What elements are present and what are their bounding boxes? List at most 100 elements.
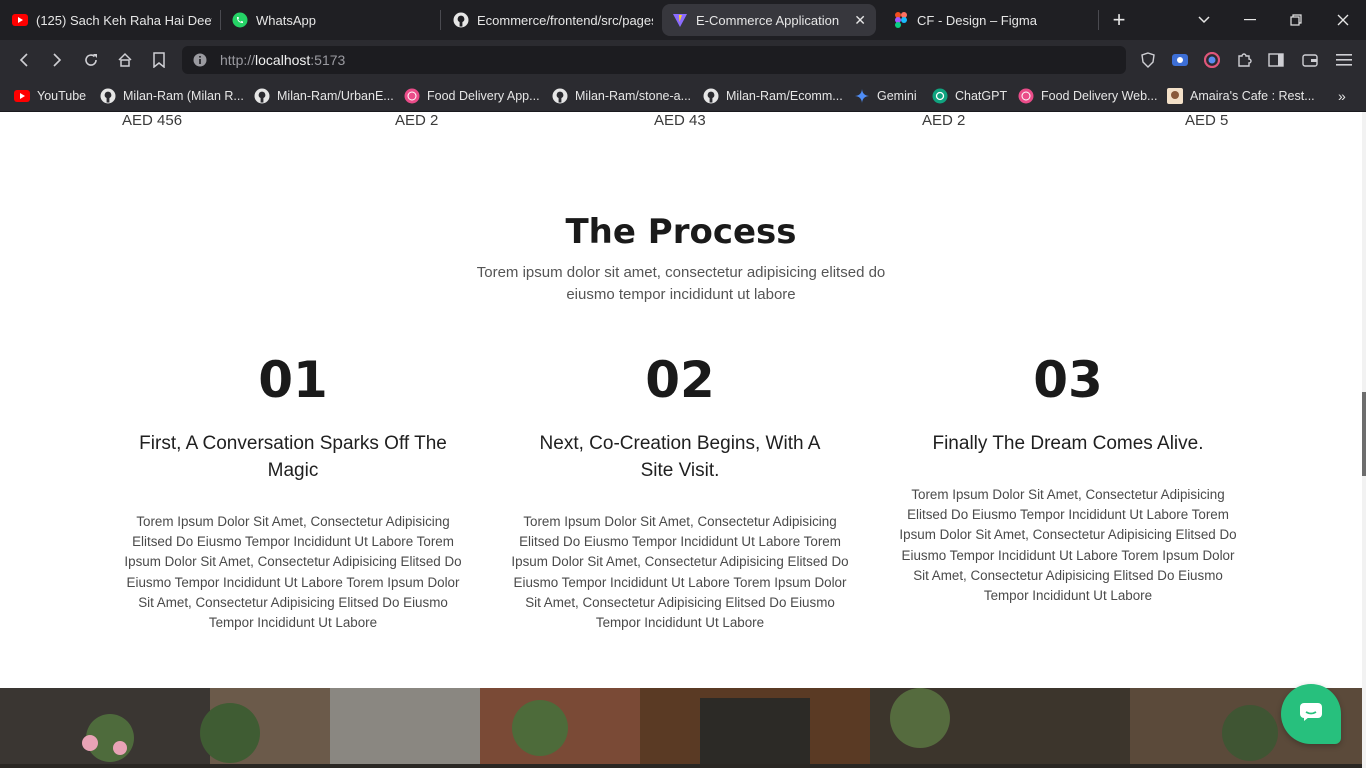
process-section-subtitle: Torem ipsum dolor sit amet, consectetur … xyxy=(476,264,886,303)
bookmark-label: ChatGPT xyxy=(955,89,1008,103)
bookmark-amairas-cafe[interactable]: Amaira's Cafe : Rest... xyxy=(1167,87,1315,105)
github-icon xyxy=(552,88,568,104)
address-bar[interactable]: http://localhost:5173 xyxy=(182,46,1126,74)
minimize-icon[interactable] xyxy=(1238,8,1262,32)
product-price: AED 2 xyxy=(395,112,439,129)
url-port: :5173 xyxy=(310,52,346,68)
color-picker-extension-icon[interactable] xyxy=(1200,48,1224,72)
bookmark-label: Gemini xyxy=(877,89,917,103)
extensions-puzzle-icon[interactable] xyxy=(1232,48,1256,72)
info-icon[interactable] xyxy=(192,52,208,68)
figma-icon xyxy=(893,12,909,28)
bookmark-label: Milan-Ram (Milan R... xyxy=(123,89,244,103)
bookmark-label: Food Delivery App... xyxy=(427,89,540,103)
step-number: 02 xyxy=(645,351,715,409)
url-text: http://localhost:5173 xyxy=(220,52,345,68)
bookmark-gemini[interactable]: Gemini xyxy=(854,87,917,105)
bookmark-label: YouTube xyxy=(37,89,87,103)
browser-tab-strip: (125) Sach Keh Raha Hai Deewan WhatsApp … xyxy=(0,0,1366,40)
bookmark-food-delivery-web[interactable]: Food Delivery Web... xyxy=(1018,87,1157,105)
chat-support-button[interactable] xyxy=(1281,684,1341,744)
tab-youtube[interactable]: (125) Sach Keh Raha Hai Deewan xyxy=(12,4,212,36)
whatsapp-icon xyxy=(232,12,248,28)
reload-icon[interactable] xyxy=(79,48,103,72)
youtube-icon xyxy=(14,88,30,104)
tab-separator xyxy=(220,10,221,30)
bookmark-label: Food Delivery Web... xyxy=(1041,89,1158,103)
step-description: Torem Ipsum Dolor Sit Amet, Consectetur … xyxy=(124,514,462,631)
sidebar-toggle-icon[interactable] xyxy=(1264,48,1288,72)
scrollbar-thumb[interactable] xyxy=(1362,392,1366,476)
step-number: 01 xyxy=(258,351,328,409)
vite-icon xyxy=(672,12,688,28)
dribbble-icon xyxy=(404,88,420,104)
forward-icon[interactable] xyxy=(45,48,69,72)
menu-icon[interactable] xyxy=(1332,48,1356,72)
tab-title: CF - Design – Figma xyxy=(917,12,1037,28)
tab-ecommerce-app[interactable]: E-Commerce Application ✕ xyxy=(662,4,876,36)
page-content: AED 456 AED 2 AED 43 AED 2 AED 5 The Pro… xyxy=(0,112,1362,768)
more-bookmarks-icon[interactable]: » xyxy=(1338,87,1346,105)
bookmark-youtube[interactable]: YouTube xyxy=(14,87,86,105)
tab-list-chevron-icon[interactable] xyxy=(1192,8,1216,32)
dribbble-icon xyxy=(1018,88,1034,104)
chat-icon xyxy=(1299,702,1323,727)
step-description: Torem Ipsum Dolor Sit Amet, Consectetur … xyxy=(511,514,849,631)
tab-title: E-Commerce Application xyxy=(696,12,840,28)
tab-github[interactable]: Ecommerce/frontend/src/pages/ xyxy=(453,4,653,36)
tab-title: (125) Sach Keh Raha Hai Deewan xyxy=(36,12,212,28)
product-price: AED 456 xyxy=(122,112,183,129)
chatgpt-icon xyxy=(932,88,948,104)
close-window-icon[interactable] xyxy=(1331,8,1355,32)
page-scrollbar[interactable] xyxy=(1362,112,1366,768)
step-description: Torem Ipsum Dolor Sit Amet, Consectetur … xyxy=(899,487,1237,604)
gemini-icon xyxy=(854,88,870,104)
product-price: AED 5 xyxy=(1185,112,1229,129)
home-icon[interactable] xyxy=(113,48,137,72)
close-icon[interactable]: ✕ xyxy=(854,12,866,29)
bookmarks-bar: YouTube Milan-Ram (Milan R... Milan-Ram/… xyxy=(0,80,1366,112)
tab-separator xyxy=(440,10,441,30)
cafe-icon xyxy=(1167,88,1183,104)
bookmark-label: Milan-Ram/Ecomm... xyxy=(726,89,843,103)
restore-icon[interactable] xyxy=(1284,8,1308,32)
bookmark-github-stone[interactable]: Milan-Ram/stone-a... xyxy=(552,87,691,105)
bookmark-github-profile[interactable]: Milan-Ram (Milan R... xyxy=(100,87,244,105)
bookmark-label: Amaira's Cafe : Rest... xyxy=(1190,89,1315,103)
bookmark-icon[interactable] xyxy=(147,48,171,72)
screenshot-extension-icon[interactable] xyxy=(1168,48,1192,72)
tab-whatsapp[interactable]: WhatsApp xyxy=(232,4,432,36)
new-tab-icon[interactable]: + xyxy=(1107,7,1131,32)
url-protocol: http:// xyxy=(220,52,256,68)
github-icon xyxy=(254,88,270,104)
github-icon xyxy=(703,88,719,104)
url-host: localhost xyxy=(255,52,311,68)
bookmark-label: Milan-Ram/stone-a... xyxy=(575,89,692,103)
step-title: First, A Conversation Sparks Off The Mag… xyxy=(139,433,447,481)
product-price: AED 43 xyxy=(654,112,706,129)
interior-hero-image xyxy=(0,688,1362,768)
product-price: AED 2 xyxy=(922,112,966,129)
tab-title: Ecommerce/frontend/src/pages/ xyxy=(477,12,653,28)
github-icon xyxy=(100,88,116,104)
step-title: Next, Co-Creation Begins, With A Site Vi… xyxy=(539,433,821,481)
tab-title: WhatsApp xyxy=(256,12,316,28)
process-step: 03 Finally The Dream Comes Alive. Torem … xyxy=(896,350,1240,606)
step-title: Finally The Dream Comes Alive. xyxy=(932,433,1204,454)
privacy-shield-icon[interactable] xyxy=(1136,48,1160,72)
step-number: 03 xyxy=(1033,351,1103,409)
process-section-title: The Process xyxy=(565,212,797,252)
bookmark-label: Milan-Ram/UrbanE... xyxy=(277,89,394,103)
bookmark-github-urbane[interactable]: Milan-Ram/UrbanE... xyxy=(254,87,394,105)
back-icon[interactable] xyxy=(12,48,36,72)
process-step: 02 Next, Co-Creation Begins, With A Site… xyxy=(508,350,852,633)
bookmark-food-delivery-app[interactable]: Food Delivery App... xyxy=(404,87,540,105)
github-icon xyxy=(453,12,469,28)
bookmark-chatgpt[interactable]: ChatGPT xyxy=(932,87,1007,105)
process-step: 01 First, A Conversation Sparks Off The … xyxy=(121,350,465,633)
tab-separator xyxy=(1098,10,1099,30)
tab-figma[interactable]: CF - Design – Figma xyxy=(893,4,1093,36)
wallet-icon[interactable] xyxy=(1298,48,1322,72)
bookmark-github-ecomm[interactable]: Milan-Ram/Ecomm... xyxy=(703,87,843,105)
youtube-icon xyxy=(12,12,28,28)
